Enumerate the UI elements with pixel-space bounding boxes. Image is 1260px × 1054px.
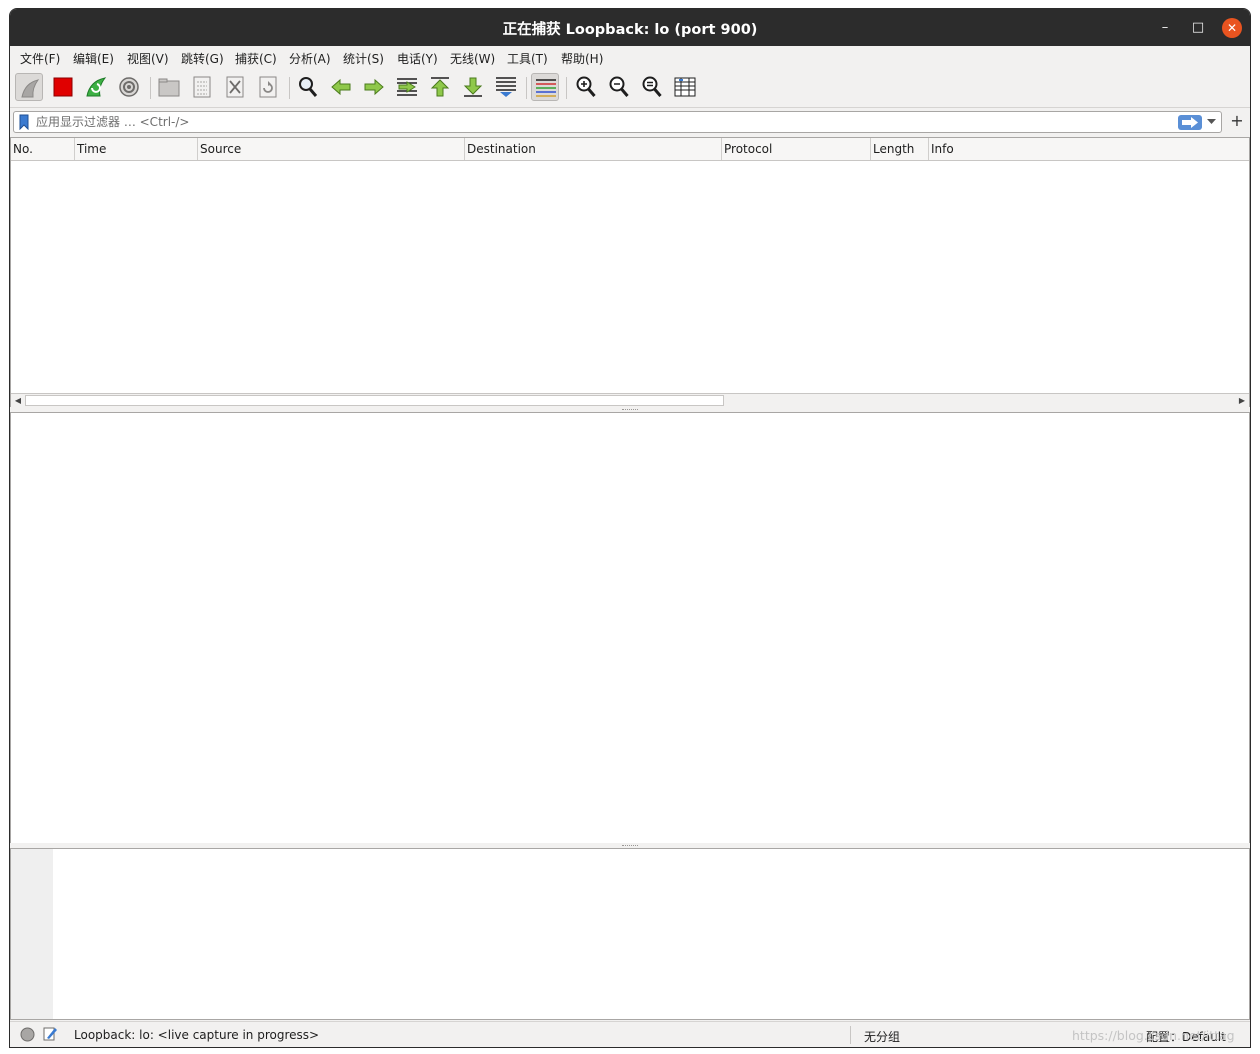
menu-tools[interactable]: 工具(T) bbox=[507, 50, 548, 67]
toolbar-separator bbox=[566, 77, 567, 99]
restart-capture-button[interactable] bbox=[82, 73, 110, 101]
close-file-icon bbox=[226, 76, 244, 98]
find-packet-icon bbox=[299, 77, 318, 97]
menu-analyze[interactable]: 分析(A) bbox=[289, 50, 331, 67]
watermark-text: https://blog.csdn.net/ittag bbox=[1072, 1028, 1235, 1043]
menu-statistics[interactable]: 统计(S) bbox=[343, 50, 384, 67]
zoom-out-icon bbox=[609, 76, 629, 97]
wireshark-window: 正在捕获 Loopback: lo (port 900) – □ ✕ 文件(F)… bbox=[9, 8, 1251, 1048]
scroll-left-arrow-icon[interactable]: ◀ bbox=[11, 394, 25, 407]
start-capture-button[interactable] bbox=[15, 73, 43, 101]
go-first-packet-icon bbox=[430, 77, 450, 97]
menu-view[interactable]: 视图(V) bbox=[127, 50, 169, 67]
open-file-button[interactable] bbox=[155, 73, 183, 101]
filter-history-dropdown-icon[interactable] bbox=[1207, 119, 1216, 125]
close-window-button[interactable]: ✕ bbox=[1222, 18, 1242, 38]
save-file-icon bbox=[193, 76, 211, 98]
colorize-button[interactable] bbox=[531, 73, 559, 101]
go-forward-button[interactable] bbox=[360, 73, 388, 101]
capture-options-gear-icon bbox=[119, 77, 139, 97]
bookmark-icon[interactable] bbox=[18, 114, 30, 130]
auto-scroll-icon bbox=[496, 77, 516, 97]
column-header-no[interactable]: No. bbox=[11, 138, 75, 160]
go-last-packet-button[interactable] bbox=[459, 73, 487, 101]
menu-help[interactable]: 帮助(H) bbox=[561, 50, 603, 67]
shark-fin-start-icon bbox=[21, 79, 40, 98]
resize-columns-icon bbox=[674, 77, 696, 97]
column-header-source[interactable]: Source bbox=[198, 138, 465, 160]
reload-file-icon bbox=[259, 76, 277, 98]
find-packet-button[interactable] bbox=[294, 73, 322, 101]
zoom-normal-button[interactable] bbox=[638, 73, 666, 101]
packet-list-pane[interactable]: No. Time Source Destination Protocol Len… bbox=[10, 137, 1250, 408]
resize-columns-button[interactable] bbox=[671, 73, 699, 101]
close-file-button[interactable] bbox=[221, 73, 249, 101]
packet-list-header: No. Time Source Destination Protocol Len… bbox=[11, 138, 1249, 161]
menu-wireless[interactable]: 无线(W) bbox=[450, 50, 495, 67]
display-filter-bar: + bbox=[10, 109, 1250, 137]
colorize-icon bbox=[536, 79, 556, 97]
title-bar: 正在捕获 Loopback: lo (port 900) – □ ✕ bbox=[10, 9, 1250, 46]
go-last-packet-icon bbox=[463, 77, 483, 97]
maximize-button[interactable]: □ bbox=[1188, 18, 1208, 38]
zoom-in-button[interactable] bbox=[572, 73, 600, 101]
stop-capture-button[interactable] bbox=[49, 73, 77, 101]
menu-edit[interactable]: 编辑(E) bbox=[73, 50, 114, 67]
capture-options-button[interactable] bbox=[115, 73, 143, 101]
go-to-packet-button[interactable] bbox=[393, 73, 421, 101]
auto-scroll-button[interactable] bbox=[492, 73, 520, 101]
column-header-info[interactable]: Info bbox=[929, 138, 1249, 160]
toolbar-separator bbox=[526, 77, 527, 99]
display-filter-input[interactable] bbox=[36, 114, 1136, 130]
go-back-icon bbox=[331, 78, 351, 96]
main-toolbar bbox=[10, 69, 1250, 108]
display-filter-box bbox=[13, 111, 1222, 133]
status-bar: Loopback: lo: <live capture in progress>… bbox=[10, 1021, 1250, 1047]
reload-file-button[interactable] bbox=[254, 73, 282, 101]
packet-details-pane[interactable] bbox=[10, 412, 1250, 844]
minimize-button[interactable]: – bbox=[1155, 18, 1175, 38]
toolbar-separator bbox=[289, 77, 290, 99]
go-to-packet-icon bbox=[397, 78, 417, 96]
window-title: 正在捕获 Loopback: lo (port 900) bbox=[502, 22, 758, 38]
add-filter-button[interactable]: + bbox=[1227, 111, 1247, 131]
menu-bar: 文件(F) 编辑(E) 视图(V) 跳转(G) 捕获(C) 分析(A) 统计(S… bbox=[10, 46, 1250, 68]
go-forward-icon bbox=[364, 78, 384, 96]
toolbar-separator bbox=[150, 77, 151, 99]
save-file-button[interactable] bbox=[188, 73, 216, 101]
apply-filter-arrow-icon[interactable] bbox=[1178, 115, 1202, 130]
capture-comment-icon[interactable] bbox=[43, 1026, 57, 1041]
expert-info-indicator-icon[interactable] bbox=[20, 1027, 35, 1042]
scrollbar-thumb[interactable] bbox=[25, 395, 724, 406]
open-file-icon bbox=[158, 78, 180, 97]
menu-go[interactable]: 跳转(G) bbox=[181, 50, 224, 67]
packet-bytes-pane[interactable] bbox=[10, 848, 1250, 1020]
column-header-protocol[interactable]: Protocol bbox=[722, 138, 871, 160]
scroll-right-arrow-icon[interactable]: ▶ bbox=[1235, 394, 1249, 407]
zoom-normal-icon bbox=[642, 76, 662, 97]
go-back-button[interactable] bbox=[327, 73, 355, 101]
column-header-destination[interactable]: Destination bbox=[465, 138, 722, 160]
stop-capture-icon bbox=[53, 77, 73, 97]
menu-telephony[interactable]: 电话(Y) bbox=[397, 50, 438, 67]
bytes-offset-gutter bbox=[11, 849, 53, 1019]
status-separator bbox=[850, 1026, 851, 1044]
menu-capture[interactable]: 捕获(C) bbox=[235, 50, 277, 67]
zoom-in-icon bbox=[576, 76, 596, 97]
packet-list-horizontal-scrollbar[interactable]: ◀ ▶ bbox=[11, 393, 1249, 407]
restart-capture-icon bbox=[86, 77, 107, 97]
menu-file[interactable]: 文件(F) bbox=[20, 50, 60, 67]
column-header-time[interactable]: Time bbox=[75, 138, 198, 160]
go-first-packet-button[interactable] bbox=[426, 73, 454, 101]
capture-status-text: Loopback: lo: <live capture in progress> bbox=[74, 1028, 320, 1042]
packet-count-text: 无分组 bbox=[864, 1030, 901, 1044]
column-header-length[interactable]: Length bbox=[871, 138, 929, 160]
zoom-out-button[interactable] bbox=[605, 73, 633, 101]
